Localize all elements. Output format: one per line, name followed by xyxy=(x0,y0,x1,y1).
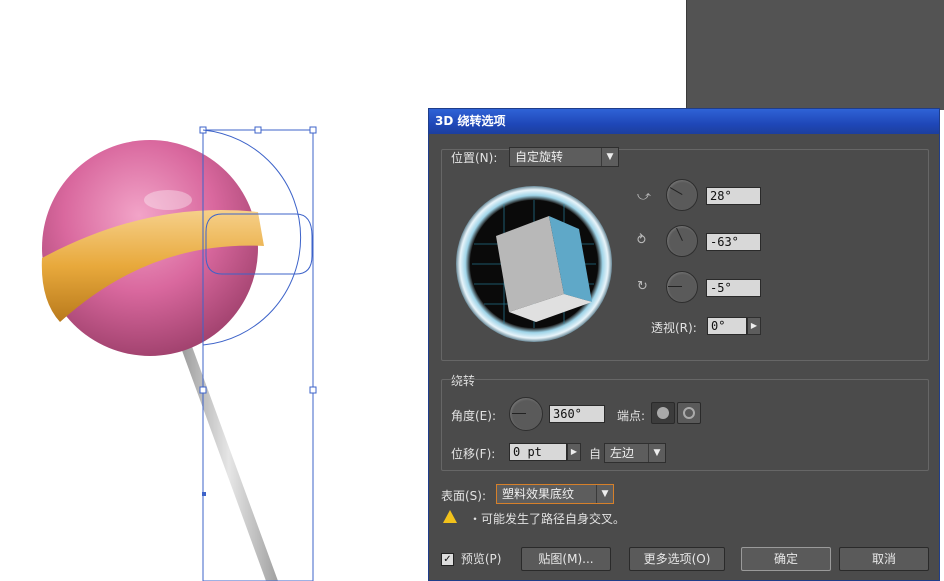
checkmark-icon: ✓ xyxy=(441,553,454,566)
position-preset-select[interactable]: 自定旋转 ▼ xyxy=(509,147,619,167)
cancel-button[interactable]: 取消 xyxy=(839,547,929,571)
offset-arrow-button[interactable]: ▶ xyxy=(567,443,581,461)
chevron-down-icon: ▼ xyxy=(601,148,618,166)
offset-label: 位移(F): xyxy=(451,447,496,461)
more-options-button[interactable]: 更多选项(O) xyxy=(629,547,725,571)
from-select[interactable]: 左边 ▼ xyxy=(604,443,666,463)
position-preset-value: 自定旋转 xyxy=(515,150,564,164)
perspective-input[interactable]: 0° xyxy=(707,317,747,335)
surface-value: 塑料效果底纹 xyxy=(502,487,575,501)
candy-highlight xyxy=(144,190,192,210)
revolve-options-dialog: 3D 绕转选项 位置(N): 自定旋转 ▼ ⤻ 28° ⥁ -63° ↻ -5°… xyxy=(428,108,940,581)
preview-label: 预览(P) xyxy=(460,552,502,566)
cap-on-button[interactable] xyxy=(651,402,675,424)
panel-area xyxy=(686,0,944,110)
warning-message: ・可能发生了路径自身交叉。 xyxy=(469,512,626,526)
angle-label: 角度(E): xyxy=(451,409,496,423)
selection-handle[interactable] xyxy=(309,126,317,134)
x-axis-icon: ⤻ xyxy=(637,189,651,204)
lollipop-stick xyxy=(180,341,278,581)
perspective-label: 透视(R): xyxy=(651,321,697,335)
map-art-button[interactable]: 贴图(M)... xyxy=(521,547,611,571)
z-angle-dial[interactable] xyxy=(666,271,698,303)
from-value: 左边 xyxy=(610,446,635,460)
surface-select[interactable]: 塑料效果底纹 ▼ xyxy=(496,484,614,504)
from-label: 自 xyxy=(589,447,602,461)
dialog-title: 3D 绕转选项 xyxy=(429,109,939,134)
selection-handle[interactable] xyxy=(254,126,262,134)
position-label: 位置(N): xyxy=(451,151,498,165)
x-angle-input[interactable]: 28° xyxy=(706,187,761,205)
chevron-down-icon: ▼ xyxy=(596,485,613,503)
cap-label: 端点: xyxy=(617,409,646,423)
revolve-angle-input[interactable]: 360° xyxy=(549,405,605,423)
path-anchor[interactable] xyxy=(202,492,206,496)
y-angle-dial[interactable] xyxy=(666,225,698,257)
cap-off-button[interactable] xyxy=(677,402,701,424)
x-angle-dial[interactable] xyxy=(666,179,698,211)
chevron-down-icon: ▼ xyxy=(648,444,665,462)
perspective-arrow-button[interactable]: ▶ xyxy=(747,317,761,335)
ok-button[interactable]: 确定 xyxy=(741,547,831,571)
surface-label: 表面(S): xyxy=(441,489,487,503)
y-axis-icon: ⥁ xyxy=(637,233,646,248)
warning-icon xyxy=(443,510,457,523)
selection-handle[interactable] xyxy=(309,386,317,394)
z-angle-input[interactable]: -5° xyxy=(706,279,761,297)
offset-input[interactable]: 0 pt xyxy=(509,443,567,461)
rotation-track-cube[interactable] xyxy=(454,184,614,344)
revolve-angle-dial[interactable] xyxy=(509,397,543,431)
preview-checkbox[interactable]: ✓ 预览(P) xyxy=(441,550,501,567)
selection-handle[interactable] xyxy=(199,386,207,394)
z-axis-icon: ↻ xyxy=(637,279,648,294)
y-angle-input[interactable]: -63° xyxy=(706,233,761,251)
